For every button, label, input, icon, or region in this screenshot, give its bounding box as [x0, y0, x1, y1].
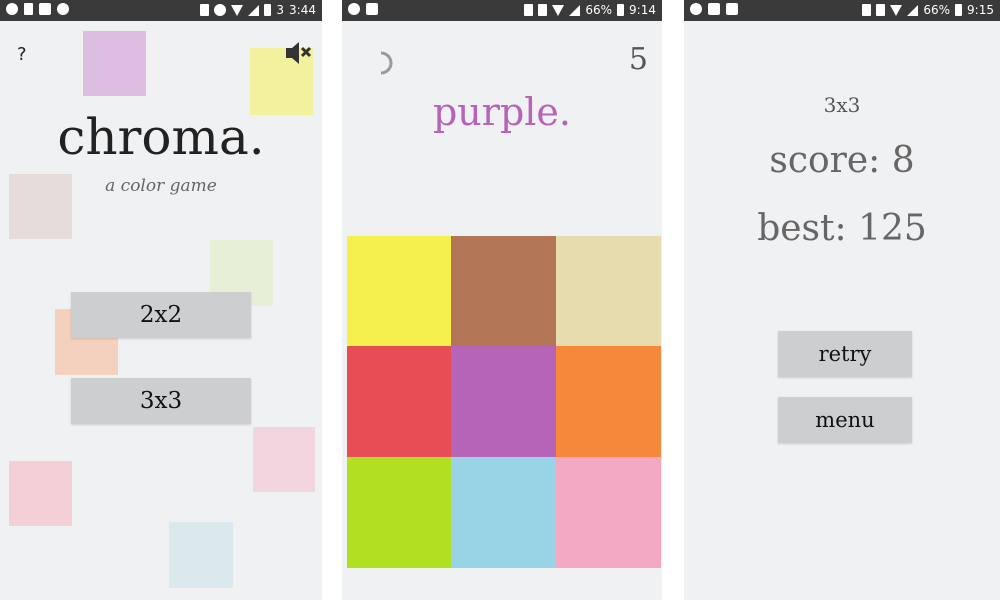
- speaker-muted-icon[interactable]: [284, 40, 314, 66]
- battery-percent: 66%: [585, 3, 613, 17]
- signal-icon: [248, 4, 260, 16]
- color-tile-brown[interactable]: [451, 236, 556, 346]
- menu-button[interactable]: menu: [778, 397, 912, 443]
- game-app-icon: [726, 3, 738, 15]
- messenger-icon: [348, 3, 360, 15]
- bluetooth-icon: [524, 4, 534, 16]
- mode-2x2-button[interactable]: 2x2: [71, 292, 251, 338]
- status-time: 9:14: [629, 3, 656, 17]
- wifi-icon: [552, 4, 565, 16]
- wifi-icon: [890, 4, 903, 16]
- battery-icon: [955, 4, 963, 16]
- phone-icon: [24, 3, 33, 15]
- game-mode-label: 3x3: [823, 93, 861, 117]
- round-counter: 5: [628, 42, 648, 77]
- color-tile-lime[interactable]: [347, 457, 451, 568]
- color-grid: [347, 236, 661, 568]
- target-color-word: purple.: [432, 90, 571, 134]
- color-tile-light-blue[interactable]: [451, 457, 556, 568]
- decor-square: [83, 31, 146, 96]
- battery-icon: [617, 4, 625, 16]
- decor-square: [169, 522, 233, 588]
- menu-screen: 3 3:44 ? chroma. a color game 2x2 3x3: [0, 0, 322, 600]
- status-time: 9:15: [967, 3, 994, 17]
- best-score-text: best: 125: [757, 208, 927, 249]
- help-button[interactable]: ?: [17, 44, 27, 65]
- color-tile-beige[interactable]: [556, 236, 661, 346]
- gallery-icon: [708, 3, 720, 15]
- vibrate-icon: [538, 4, 548, 16]
- timer-spinner-icon: [372, 50, 398, 76]
- game-screen: 66% 9:14 5 purple.: [342, 0, 662, 600]
- decor-square: [9, 461, 72, 526]
- color-tile-purple[interactable]: [451, 346, 556, 457]
- battery-level: 3: [276, 3, 285, 17]
- signal-icon: [907, 4, 919, 16]
- status-bar: 66% 9:14: [342, 0, 662, 21]
- color-tile-red[interactable]: [347, 346, 451, 457]
- color-tile-orange[interactable]: [556, 346, 661, 457]
- firefox-icon: [57, 3, 69, 15]
- alarm-icon: [214, 4, 227, 16]
- decor-square: [253, 427, 315, 492]
- wifi-icon: [231, 4, 244, 16]
- tagline: a color game: [105, 176, 217, 196]
- gameover-screen: 66% 9:15 3x3 score: 8 best: 125 retry me…: [684, 0, 1000, 600]
- game-app-icon: [366, 3, 378, 15]
- battery-percent: 66%: [923, 3, 951, 17]
- vibrate-icon: [200, 4, 210, 16]
- game-title: chroma.: [57, 108, 265, 166]
- score-text: score: 8: [769, 140, 915, 181]
- color-tile-yellow[interactable]: [347, 236, 451, 346]
- messenger-icon: [690, 3, 702, 15]
- signal-icon: [569, 4, 581, 16]
- bluetooth-icon: [862, 4, 872, 16]
- mode-3x3-button[interactable]: 3x3: [71, 378, 251, 424]
- battery-icon: [264, 4, 272, 16]
- status-time: 3:44: [289, 3, 316, 17]
- status-bar: 3 3:44: [0, 0, 322, 21]
- vibrate-icon: [876, 4, 886, 16]
- netflix-icon: [39, 3, 51, 15]
- color-tile-pink[interactable]: [556, 457, 661, 568]
- retry-button[interactable]: retry: [778, 331, 912, 377]
- status-bar: 66% 9:15: [684, 0, 1000, 21]
- snapchat-icon: [6, 3, 18, 15]
